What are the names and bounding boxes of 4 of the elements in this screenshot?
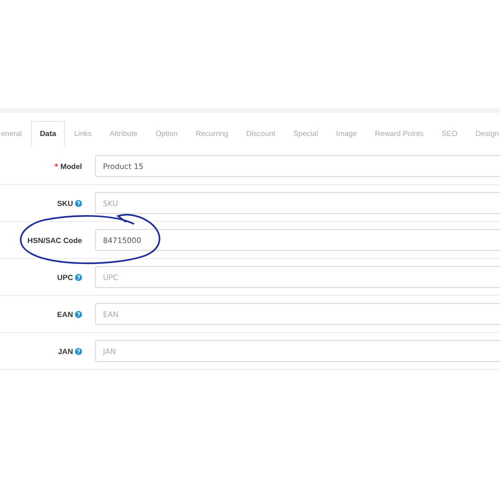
- help-icon: [75, 200, 82, 206]
- help-icon: [75, 274, 82, 280]
- help-icon: [75, 310, 82, 318]
- help-icon: [75, 348, 82, 354]
